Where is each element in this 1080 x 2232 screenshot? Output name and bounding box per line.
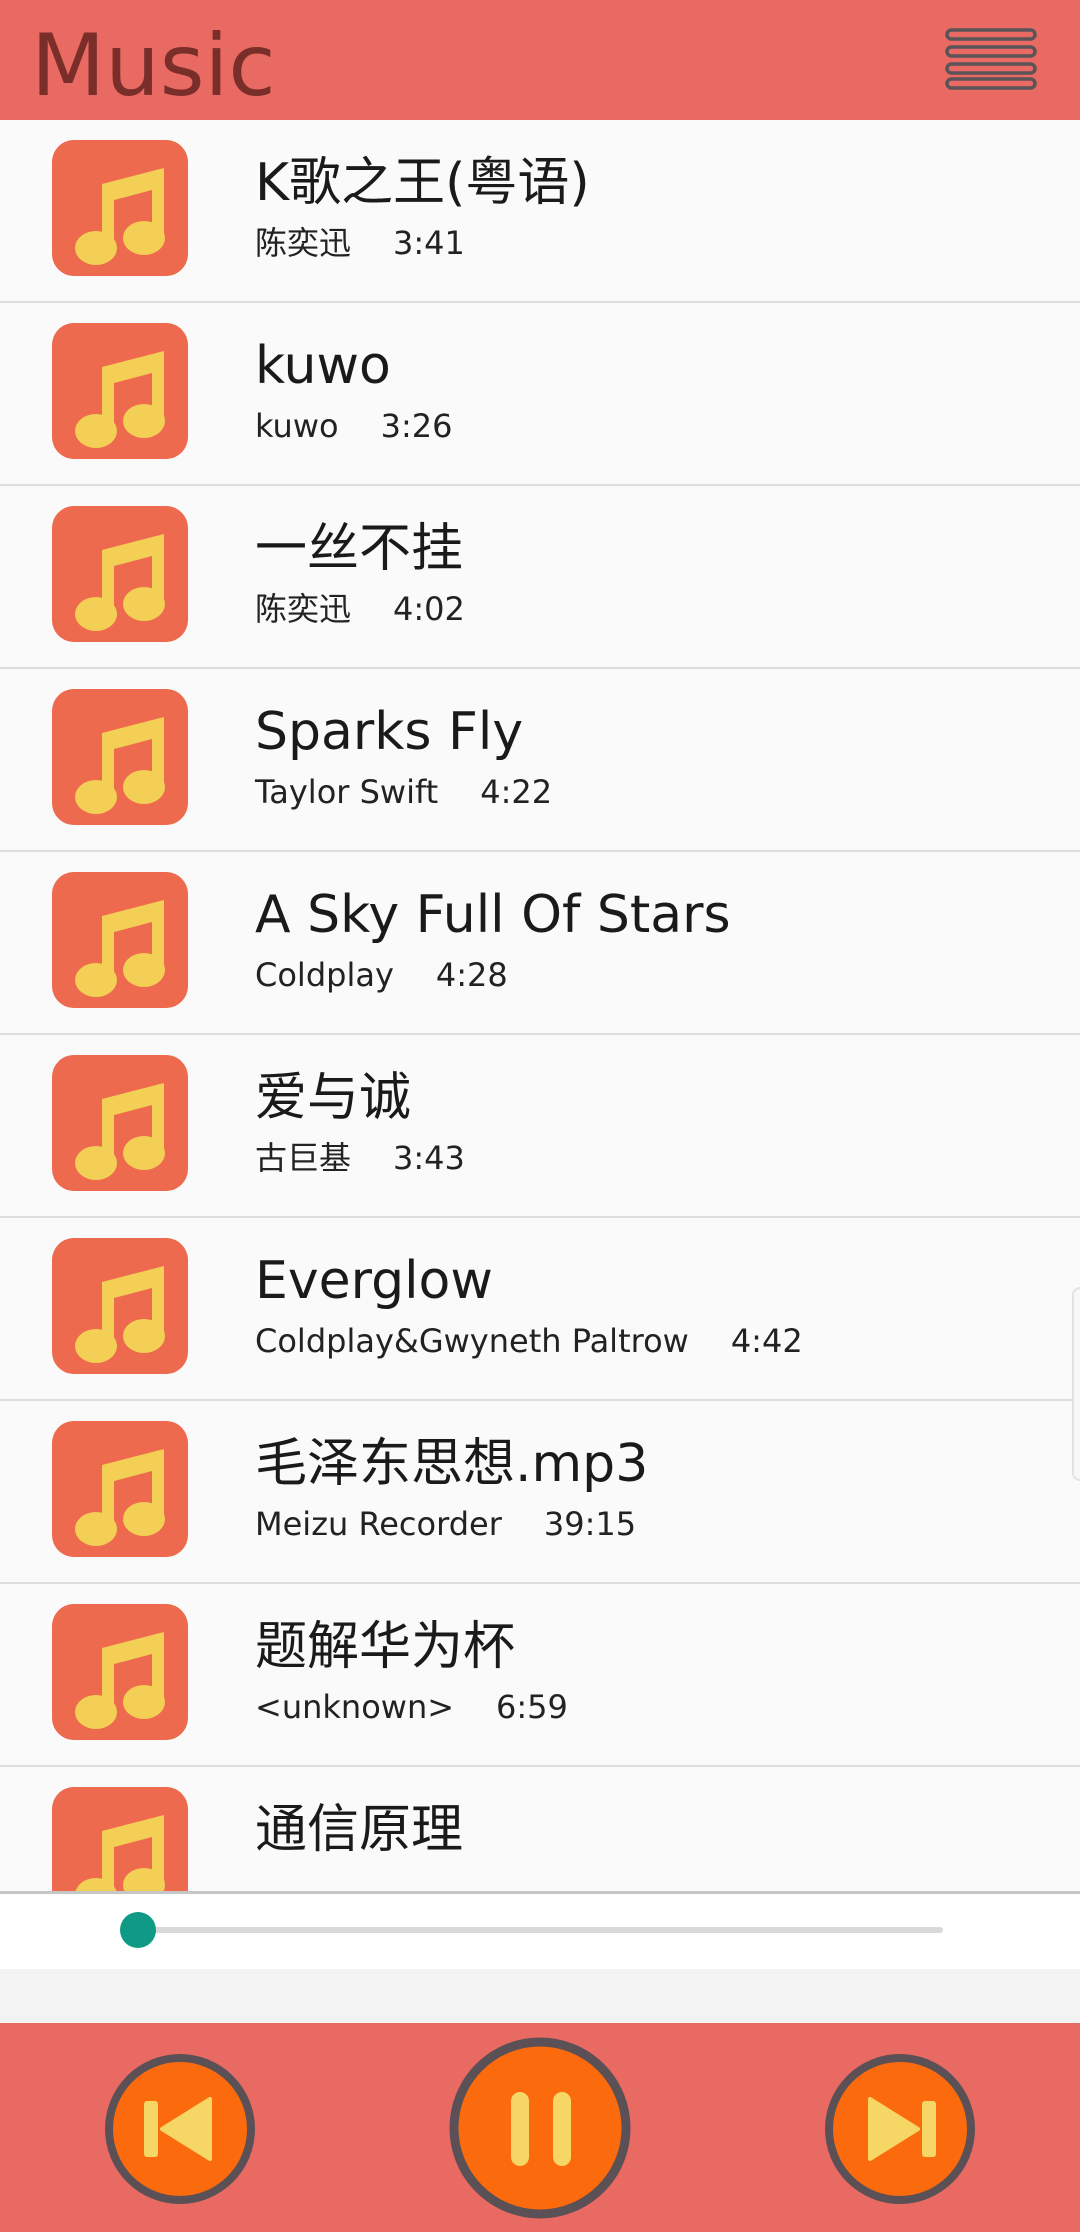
- song-artist: Meizu Recorder: [255, 1505, 502, 1543]
- song-meta: kuwo 3:26: [255, 405, 452, 447]
- song-item[interactable]: 通信原理: [0, 1767, 1080, 1891]
- song-artist: Coldplay: [255, 956, 394, 994]
- song-artist: 陈奕迅: [255, 224, 352, 262]
- pause-icon: [449, 2037, 631, 2219]
- app-header: Music: [0, 0, 1080, 120]
- next-icon: [825, 2054, 975, 2204]
- song-meta: <unknown> 6:59: [255, 1686, 568, 1728]
- song-item[interactable]: kuwo kuwo 3:26: [0, 303, 1080, 486]
- song-meta: [255, 1869, 297, 1891]
- previous-button[interactable]: [104, 2053, 256, 2205]
- music-note-icon: [52, 689, 188, 825]
- music-note-icon: [52, 140, 188, 276]
- song-title: 题解华为杯: [255, 1617, 516, 1677]
- song-item[interactable]: Sparks Fly Taylor Swift 4:22: [0, 669, 1080, 852]
- song-duration: 4:42: [730, 1322, 803, 1360]
- app-title: Music: [31, 16, 276, 116]
- song-item[interactable]: Everglow Coldplay&Gwyneth Paltrow 4:42: [0, 1218, 1080, 1401]
- song-duration: 3:26: [380, 407, 453, 445]
- song-title: kuwo: [255, 336, 391, 396]
- song-duration: 4:22: [480, 773, 553, 811]
- song-duration: 4:02: [393, 590, 465, 628]
- song-duration: 6:59: [496, 1688, 568, 1726]
- player-controls: [0, 2023, 1080, 2232]
- song-artist: 陈奕迅: [255, 590, 352, 628]
- hamburger-menu-icon: [945, 28, 1037, 90]
- song-item[interactable]: 毛泽东思想.mp3 Meizu Recorder 39:15: [0, 1401, 1080, 1584]
- song-item[interactable]: A Sky Full Of Stars Coldplay 4:28: [0, 852, 1080, 1035]
- menu-button[interactable]: [945, 28, 1037, 90]
- pause-button[interactable]: [449, 2037, 631, 2219]
- song-title: 一丝不挂: [255, 519, 464, 579]
- song-title: K歌之王(粤语): [255, 153, 590, 213]
- song-item[interactable]: K歌之王(粤语) 陈奕迅 3:41: [0, 120, 1080, 303]
- song-duration: 3:41: [393, 224, 465, 262]
- song-item[interactable]: 爱与诚 古巨基 3:43: [0, 1035, 1080, 1218]
- song-duration: 3:43: [393, 1139, 465, 1177]
- song-meta: 陈奕迅 4:02: [255, 588, 465, 630]
- song-meta: 古巨基 3:43: [255, 1137, 465, 1179]
- song-meta: 陈奕迅 3:41: [255, 222, 465, 264]
- song-meta: Coldplay 4:28: [255, 954, 508, 996]
- song-artist: 古巨基: [255, 1139, 352, 1177]
- song-meta: Meizu Recorder 39:15: [255, 1503, 636, 1545]
- music-note-icon: [52, 1787, 188, 1891]
- song-title: 毛泽东思想.mp3: [255, 1434, 649, 1494]
- music-note-icon: [52, 872, 188, 1008]
- song-title: 爱与诚: [255, 1068, 412, 1128]
- song-title: Sparks Fly: [255, 702, 524, 762]
- song-artist: Taylor Swift: [255, 773, 439, 811]
- song-meta: Taylor Swift 4:22: [255, 771, 552, 813]
- song-duration: 39:15: [543, 1505, 637, 1543]
- music-note-icon: [52, 1421, 188, 1557]
- music-note-icon: [52, 323, 188, 459]
- previous-icon: [105, 2054, 255, 2204]
- song-title: Everglow: [255, 1251, 493, 1311]
- next-button[interactable]: [824, 2053, 976, 2205]
- playback-progress-area: [0, 1891, 1080, 1969]
- song-artist: kuwo: [255, 407, 339, 445]
- music-note-icon: [52, 506, 188, 642]
- edge-scroll-handle[interactable]: [1072, 1287, 1080, 1481]
- song-title: A Sky Full Of Stars: [255, 885, 731, 945]
- song-artist: Coldplay&Gwyneth Paltrow: [255, 1322, 689, 1360]
- song-list[interactable]: K歌之王(粤语) 陈奕迅 3:41 kuwo kuwo 3:26 一丝不挂 陈奕迅 4…: [0, 120, 1080, 1891]
- spacer: [0, 1969, 1080, 2023]
- music-note-icon: [52, 1055, 188, 1191]
- song-meta: Coldplay&Gwyneth Paltrow 4:42: [255, 1320, 803, 1362]
- song-duration: 4:28: [435, 956, 508, 994]
- music-note-icon: [52, 1238, 188, 1374]
- progress-slider[interactable]: [120, 1912, 943, 1948]
- song-title: 通信原理: [255, 1800, 464, 1860]
- progress-thumb[interactable]: [120, 1912, 156, 1948]
- song-item[interactable]: 题解华为杯 <unknown> 6:59: [0, 1584, 1080, 1767]
- music-note-icon: [52, 1604, 188, 1740]
- song-item[interactable]: 一丝不挂 陈奕迅 4:02: [0, 486, 1080, 669]
- song-artist: <unknown>: [255, 1688, 455, 1726]
